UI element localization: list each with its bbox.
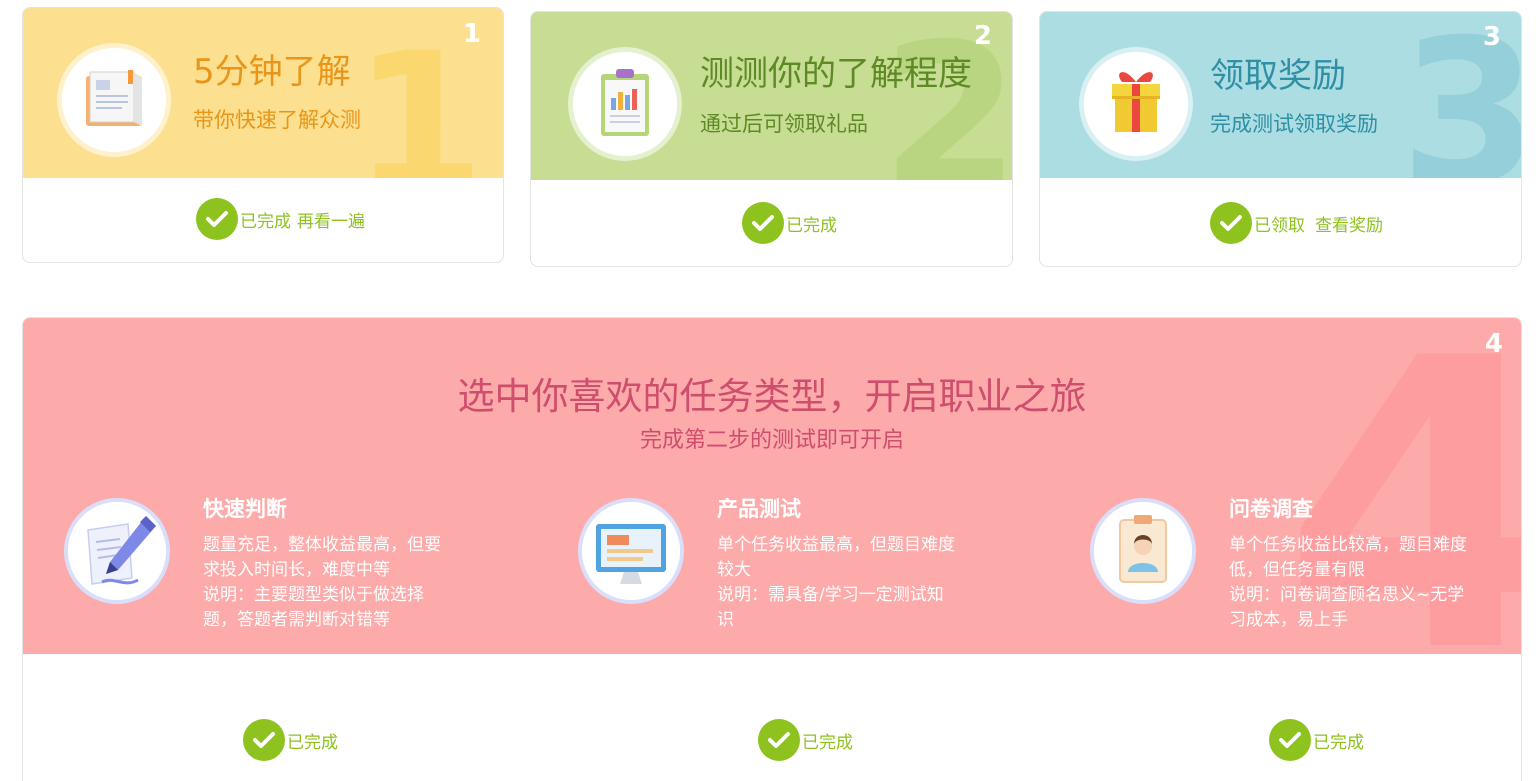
gift-icon <box>1084 52 1188 156</box>
task-desc-line: 说明：问卷调查顾名思义~无学 <box>1229 585 1465 605</box>
task-name-quick-judge: 快速判断 <box>203 497 287 521</box>
task-desc-quick-judge: 题量充足，整体收益最高，但要 求投入时间长，难度中等 说明：主要题型类似于做选择… <box>203 533 453 633</box>
task-desc-survey: 单个任务收益比较高，题目难度 低，但任务量有限 说明：问卷调查顾名思义~无学 习… <box>1229 533 1479 633</box>
status-label: 已完成 <box>1313 732 1364 753</box>
step-number-1: 1 <box>462 19 481 49</box>
task-desc-line: 单个任务收益最高，但题目难度 <box>717 535 955 555</box>
task-desc-line: 低，但任务量有限 <box>1229 560 1365 580</box>
step-2-watermark: 2 <box>880 12 1012 181</box>
task-desc-line: 说明：主要题型类似于做选择 <box>203 585 424 605</box>
step-number-2: 2 <box>973 21 992 51</box>
task-name-product-test: 产品测试 <box>717 497 801 521</box>
step-number-3: 3 <box>1482 22 1501 52</box>
step-number-4: 4 <box>1484 329 1503 359</box>
step-title-1: 5分钟了解 <box>193 52 351 92</box>
book-icon <box>62 48 166 152</box>
status-label: 已完成 <box>240 211 291 232</box>
step-status-3: 已领取 查看奖励 <box>1210 202 1383 244</box>
task-name-survey: 问卷调查 <box>1229 497 1313 521</box>
status-label: 已完成 <box>786 215 837 236</box>
check-icon <box>742 202 784 244</box>
step-card-2-header: 2 2 测测你的了解程度 通过后可领取礼品 <box>531 12 1012 180</box>
task-desc-line: 题，答题者需判断对错等 <box>203 610 390 630</box>
step-subtitle-3: 完成测试领取奖励 <box>1210 112 1378 136</box>
step-card-1: 1 1 5分钟了解 带你快速了解众测 已完成 再看一遍 <box>22 7 504 263</box>
task-desc-line: 较大 <box>717 560 751 580</box>
pen-paper-icon[interactable] <box>64 498 170 604</box>
status-label: 已完成 <box>802 732 853 753</box>
check-icon <box>1210 202 1252 244</box>
step-card-3: 3 3 领取奖励 完成测试领取奖励 已领取 查看奖励 <box>1039 11 1522 267</box>
task-desc-line: 求投入时间长，难度中等 <box>203 560 390 580</box>
step-3-watermark: 3 <box>1400 14 1521 179</box>
task-status-quick-judge: 已完成 <box>243 719 338 761</box>
task-status-survey: 已完成 <box>1269 719 1364 761</box>
step-subtitle-1: 带你快速了解众测 <box>193 108 361 132</box>
status-label: 已领取 <box>1254 215 1305 236</box>
clipboard-chart-icon <box>573 52 677 156</box>
task-status-product-test: 已完成 <box>758 719 853 761</box>
monitor-icon[interactable] <box>578 498 684 604</box>
view-reward-link[interactable]: 查看奖励 <box>1315 211 1383 236</box>
id-badge-icon[interactable] <box>1090 498 1196 604</box>
step-card-3-header: 3 3 领取奖励 完成测试领取奖励 <box>1040 12 1521 178</box>
task-desc-line: 题量充足，整体收益最高，但要 <box>203 535 441 555</box>
status-label: 已完成 <box>287 732 338 753</box>
task-desc-line: 习成本，易上手 <box>1229 610 1348 630</box>
journey-subtitle: 完成第二步的测试即可开启 <box>639 428 904 453</box>
journey-card: 4 4 选中你喜欢的任务类型，开启职业之旅 完成第二步的测试即可开启 快速判断 … <box>22 317 1522 781</box>
task-desc-line: 识 <box>717 610 734 630</box>
step-card-2: 2 2 测测你的了解程度 通过后可领取礼品 已完成 <box>530 11 1013 267</box>
journey-title: 选中你喜欢的任务类型，开启职业之旅 <box>457 375 1087 418</box>
task-desc-line: 说明：需具备/学习一定测试知 <box>717 585 944 605</box>
journey-card-header: 4 4 选中你喜欢的任务类型，开启职业之旅 完成第二步的测试即可开启 快速判断 … <box>23 318 1521 654</box>
step-title-3: 领取奖励 <box>1210 56 1346 96</box>
step-1-watermark: 1 <box>352 12 485 179</box>
review-again-link[interactable]: 再看一遍 <box>297 207 365 232</box>
step-subtitle-2: 通过后可领取礼品 <box>700 112 868 136</box>
check-icon <box>196 198 238 240</box>
check-icon <box>1269 719 1311 761</box>
task-desc-product-test: 单个任务收益最高，但题目难度 较大 说明：需具备/学习一定测试知 识 <box>717 533 967 633</box>
check-icon <box>758 719 800 761</box>
step-title-2: 测测你的了解程度 <box>700 54 972 94</box>
step-card-1-header: 1 1 5分钟了解 带你快速了解众测 <box>23 8 503 178</box>
check-icon <box>243 719 285 761</box>
step-status-1: 已完成 再看一遍 <box>196 198 365 240</box>
step-status-2: 已完成 <box>742 202 837 244</box>
task-desc-line: 单个任务收益比较高，题目难度 <box>1229 535 1467 555</box>
